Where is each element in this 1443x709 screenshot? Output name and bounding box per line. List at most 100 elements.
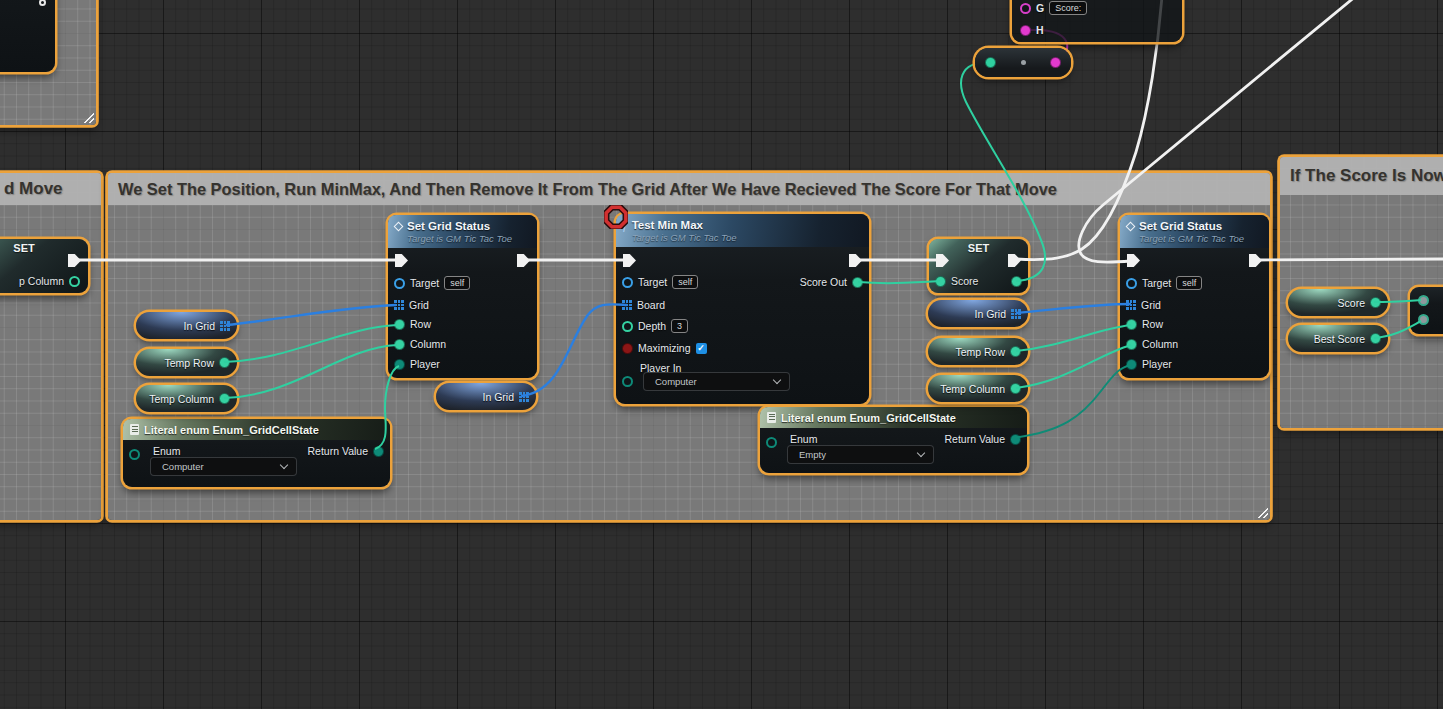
grid-pin-icon[interactable] — [220, 321, 230, 331]
output-pin[interactable] — [219, 357, 230, 368]
input-pin[interactable] — [1418, 295, 1429, 306]
score-out-pin[interactable] — [1011, 276, 1022, 287]
self-value-box[interactable]: self — [1176, 276, 1202, 290]
pin-row-enum-in[interactable] — [129, 447, 140, 461]
maximizing-pin[interactable] — [622, 343, 633, 354]
self-value-box[interactable]: self — [672, 275, 698, 289]
node-set-grid-status-1[interactable]: Set Grid StatusTarget is GM Tic Tac Toe … — [388, 215, 537, 378]
output-pin[interactable] — [1010, 383, 1021, 394]
exec-out-pin[interactable] — [517, 254, 530, 267]
node-conversion[interactable] — [975, 48, 1071, 77]
var-temp-column-1[interactable]: Temp Column — [136, 385, 237, 412]
grid-pin-icon[interactable] — [622, 300, 632, 310]
depth-value-box[interactable]: 3 — [671, 319, 688, 333]
var-in-grid-3[interactable]: In Grid — [928, 300, 1028, 327]
exec-in-pin[interactable] — [395, 254, 408, 267]
pin-row-score[interactable]: Score — [935, 274, 978, 288]
pin-row-grid[interactable]: Grid — [1126, 298, 1161, 312]
node-literal-enum-1[interactable]: Literal enum Enum_GridCellState Enum Com… — [123, 419, 390, 487]
var-in-grid-2[interactable]: In Grid — [436, 383, 536, 410]
player-in-pin[interactable] — [622, 376, 633, 387]
grid-pin-icon[interactable] — [1126, 300, 1136, 310]
var-score[interactable]: Score — [1288, 289, 1388, 316]
comment-resize-handle[interactable] — [82, 111, 94, 123]
pin-row-row[interactable]: Row — [1126, 317, 1163, 331]
exec-out-pin[interactable] — [1008, 254, 1021, 267]
exec-in-pin[interactable] — [623, 254, 636, 267]
node-partial-top-left[interactable] — [0, 0, 55, 72]
return-value-pin[interactable] — [1010, 434, 1021, 445]
depth-pin[interactable] — [622, 321, 633, 332]
pin-row-return[interactable]: Return Value — [944, 432, 1021, 446]
exec-out-pin[interactable] — [68, 254, 81, 267]
g-value-box[interactable]: Score: — [1049, 1, 1087, 15]
g-pin[interactable] — [1020, 3, 1031, 14]
player-pin[interactable] — [394, 359, 405, 370]
grid-pin-icon[interactable] — [1011, 309, 1021, 319]
pin-row-g[interactable]: G Score: — [1020, 1, 1087, 15]
exec-out-pin[interactable] — [1249, 254, 1262, 267]
pin-row-target[interactable]: Target self — [1126, 276, 1202, 290]
pin-row-target[interactable]: Target self — [394, 276, 470, 290]
var-temp-column-2[interactable]: Temp Column — [928, 375, 1028, 402]
score-in-pin[interactable] — [935, 276, 946, 287]
pin-row-score-out[interactable]: Score Out — [800, 275, 863, 289]
player-pin[interactable] — [1126, 359, 1137, 370]
grid-pin-icon[interactable] — [519, 392, 529, 402]
node-set-grid-status-2[interactable]: Set Grid StatusTarget is GM Tic Tac Toe … — [1120, 215, 1269, 378]
output-pin[interactable] — [69, 276, 80, 287]
player-in-dropdown[interactable]: Computer — [644, 373, 789, 390]
column-pin[interactable] — [1126, 339, 1137, 350]
output-pin[interactable] — [1370, 333, 1381, 344]
return-value-pin[interactable] — [373, 446, 384, 457]
row-pin[interactable] — [394, 319, 405, 330]
enum-in-pin[interactable] — [129, 449, 140, 460]
exec-out-pin[interactable] — [849, 254, 862, 267]
pin-row-h[interactable]: H — [1020, 23, 1044, 37]
output-pin[interactable] — [219, 393, 230, 404]
output-pin[interactable] — [1010, 346, 1021, 357]
input-pin[interactable] — [1418, 314, 1429, 325]
pin-row-target[interactable]: Target self — [622, 275, 698, 289]
node-partial-right[interactable] — [1410, 287, 1443, 334]
exec-in-pin[interactable] — [936, 254, 949, 267]
pin-row-enum-in[interactable] — [766, 435, 777, 449]
comment-left-title[interactable]: d Move — [0, 173, 101, 205]
output-pin[interactable] — [1370, 297, 1381, 308]
comment-resize-handle[interactable] — [1256, 506, 1268, 518]
var-temp-row-1[interactable]: Temp Row — [136, 349, 237, 376]
var-temp-row-2[interactable]: Temp Row — [928, 338, 1028, 365]
column-pin[interactable] — [394, 339, 405, 350]
var-in-grid-1[interactable]: In Grid — [136, 312, 237, 339]
h-pin[interactable] — [1020, 25, 1031, 36]
pin-row-column[interactable]: Column — [1126, 337, 1178, 351]
pin-row-score-out[interactable] — [1011, 274, 1022, 288]
self-value-box[interactable]: self — [444, 276, 470, 290]
target-pin[interactable] — [622, 277, 633, 288]
node-set-score[interactable]: SET Score — [929, 239, 1028, 293]
pin-row-depth[interactable]: Depth 3 — [622, 319, 688, 333]
pin-row-player[interactable]: Player — [394, 357, 440, 371]
node-test-min-max[interactable]: f Test Min MaxTarget is GM Tic Tac Toe T… — [616, 214, 869, 404]
row-pin[interactable] — [1126, 319, 1137, 330]
target-pin[interactable] — [394, 278, 405, 289]
pin-row-column[interactable]: Column — [394, 337, 446, 351]
pin-exec[interactable] — [39, 0, 46, 6]
enum-in-pin[interactable] — [766, 437, 777, 448]
input-pin[interactable] — [985, 57, 996, 68]
blueprint-canvas[interactable]: d Move We Set The Position, Run MinMax, … — [0, 0, 1443, 709]
comment-right-title[interactable]: If The Score Is Now — [1280, 157, 1443, 195]
node-literal-enum-2[interactable]: Literal enum Enum_GridCellState Enum Emp… — [760, 407, 1027, 473]
score-out-pin[interactable] — [852, 277, 863, 288]
enum-dropdown[interactable]: Computer — [151, 458, 296, 475]
var-best-score[interactable]: Best Score — [1288, 325, 1388, 352]
node-append-partial[interactable]: G Score: H — [1012, 0, 1182, 42]
comment-main-title[interactable]: We Set The Position, Run MinMax, And The… — [108, 173, 1270, 205]
node-set-temp-column[interactable]: SET p Column — [0, 239, 88, 293]
pin-row-player-in[interactable] — [622, 374, 633, 388]
maximizing-checkbox[interactable]: ✓ — [696, 343, 707, 354]
pin-row-board[interactable]: Board — [622, 298, 665, 312]
pin-row-player[interactable]: Player — [1126, 357, 1172, 371]
grid-pin-icon[interactable] — [394, 300, 404, 310]
pin-row-row[interactable]: Row — [394, 317, 431, 331]
